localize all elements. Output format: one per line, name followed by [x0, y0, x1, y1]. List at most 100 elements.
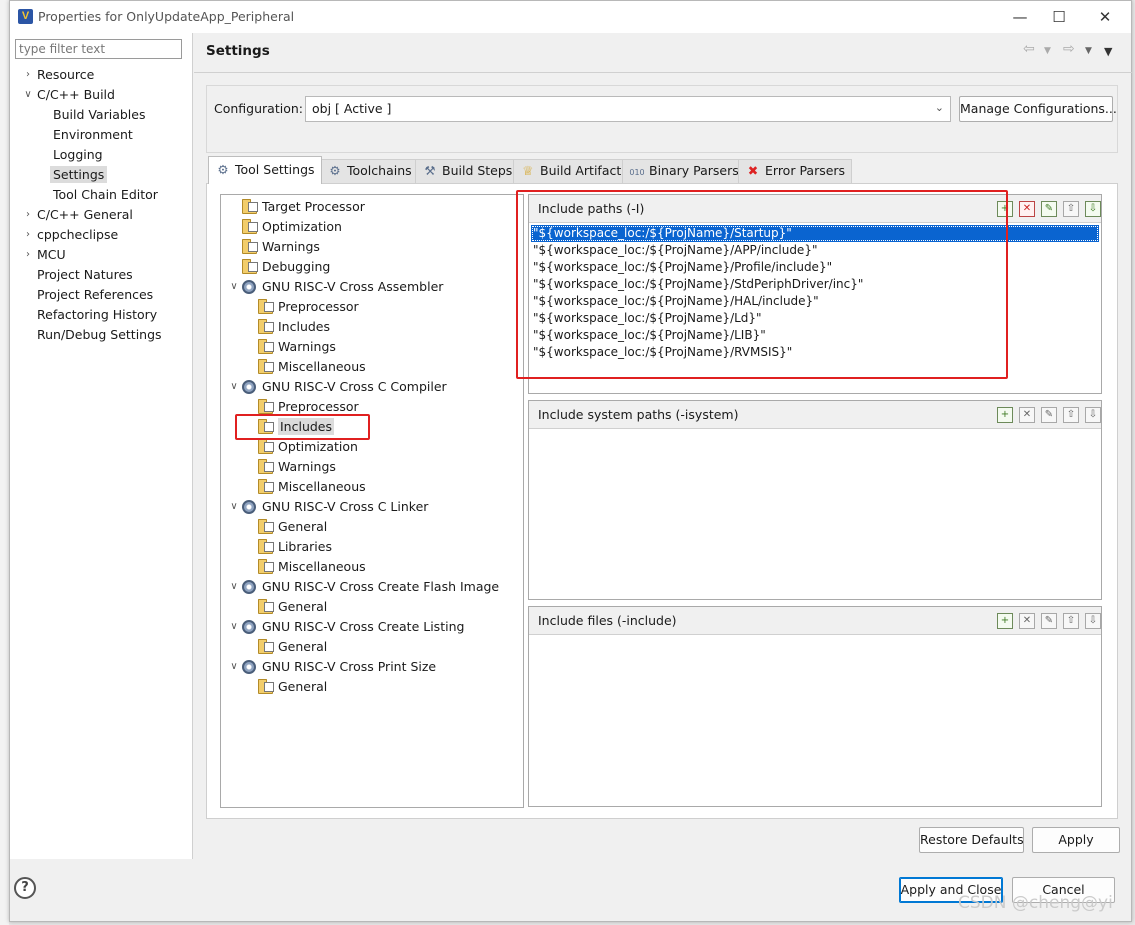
tree-item-warnings[interactable]: Warnings — [257, 457, 336, 477]
tree-item-miscellaneous[interactable]: Miscellaneous — [257, 557, 366, 577]
delete-path-icon[interactable]: ✕ — [1019, 201, 1035, 217]
nav-item-run-debug-settings[interactable]: Run/Debug Settings — [37, 325, 162, 345]
nav-item-refactoring-history[interactable]: Refactoring History — [37, 305, 157, 325]
tree-item-preprocessor[interactable]: Preprocessor — [257, 297, 359, 317]
tab-binary-parsers[interactable]: 010 Binary Parsers — [622, 159, 746, 183]
chevron-down-icon[interactable]: ∨ — [229, 377, 239, 397]
delete-file-icon[interactable]: ✕ — [1019, 613, 1035, 629]
chevron-down-icon[interactable]: ∨ — [229, 657, 239, 677]
tree-item-gnu-risc-v-cross-create-flash-image[interactable]: ∨ GNU RISC-V Cross Create Flash Image — [230, 577, 499, 597]
nav-item-build-variables[interactable]: Build Variables — [53, 105, 145, 125]
chevron-right-icon[interactable]: › — [23, 205, 33, 225]
edit-path-icon[interactable]: ✎ — [1041, 201, 1057, 217]
delete-system-path-icon[interactable]: ✕ — [1019, 407, 1035, 423]
maximize-icon[interactable]: ☐ — [1044, 5, 1074, 29]
tab-build-artifact[interactable]: ♕ Build Artifact — [513, 159, 629, 183]
tree-item-general[interactable]: General — [257, 637, 327, 657]
move-up-system-icon[interactable]: ⇧ — [1063, 407, 1079, 423]
chevron-down-icon[interactable]: ∨ — [229, 497, 239, 517]
tree-item-libraries[interactable]: Libraries — [257, 537, 332, 557]
help-icon[interactable]: ? — [14, 877, 36, 899]
tree-item-label: GNU RISC-V Cross Create Listing — [262, 619, 465, 634]
apply-button[interactable]: Apply — [1032, 827, 1120, 853]
nav-item-project-references[interactable]: Project References — [37, 285, 153, 305]
tree-item-optimization[interactable]: Optimization — [241, 217, 342, 237]
tab-toolchains[interactable]: ⚙ Toolchains — [320, 159, 419, 183]
close-icon[interactable]: ✕ — [1090, 5, 1120, 29]
tree-item-general[interactable]: General — [257, 517, 327, 537]
forward-dropdown-icon[interactable]: ▼ — [1085, 46, 1092, 56]
restore-defaults-button[interactable]: Restore Defaults — [919, 827, 1024, 853]
move-up-icon[interactable]: ⇧ — [1063, 201, 1079, 217]
move-up-file-icon[interactable]: ⇧ — [1063, 613, 1079, 629]
edit-system-path-icon[interactable]: ✎ — [1041, 407, 1057, 423]
include-path-row[interactable]: "${workspace_loc:/${ProjName}/LIB}" — [531, 327, 1099, 344]
chevron-down-icon[interactable]: ∨ — [229, 617, 239, 637]
option-folder-icon — [258, 519, 274, 534]
tab-tool-settings[interactable]: ⚙ Tool Settings — [208, 156, 322, 184]
tree-item-target-processor[interactable]: Target Processor — [241, 197, 365, 217]
tree-item-general[interactable]: General — [257, 677, 327, 697]
tree-item-preprocessor[interactable]: Preprocessor — [257, 397, 359, 417]
tree-item-includes[interactable]: Includes — [257, 417, 335, 437]
tree-item-gnu-risc-v-cross-c-linker[interactable]: ∨ GNU RISC-V Cross C Linker — [230, 497, 428, 517]
include-path-row[interactable]: "${workspace_loc:/${ProjName}/Profile/in… — [531, 259, 1099, 276]
move-down-file-icon[interactable]: ⇩ — [1085, 613, 1101, 629]
nav-item-resource[interactable]: › Resource — [26, 65, 94, 85]
nav-item-tool-chain-editor[interactable]: Tool Chain Editor — [53, 185, 158, 205]
tree-item-gnu-risc-v-cross-create-listing[interactable]: ∨ GNU RISC-V Cross Create Listing — [230, 617, 465, 637]
tab-error-parsers[interactable]: ✖ Error Parsers — [738, 159, 853, 183]
tree-item-optimization[interactable]: Optimization — [257, 437, 358, 457]
include-path-row[interactable]: "${workspace_loc:/${ProjName}/Ld}" — [531, 310, 1099, 327]
include-path-row[interactable]: "${workspace_loc:/${ProjName}/RVMSIS}" — [531, 344, 1099, 361]
tree-item-miscellaneous[interactable]: Miscellaneous — [257, 357, 366, 377]
chevron-right-icon[interactable]: › — [23, 225, 33, 245]
chevron-right-icon[interactable]: › — [23, 65, 33, 85]
include-path-row[interactable]: "${workspace_loc:/${ProjName}/HAL/includ… — [531, 293, 1099, 310]
add-file-icon[interactable]: + — [997, 613, 1013, 629]
tree-item-general[interactable]: General — [257, 597, 327, 617]
add-path-icon[interactable]: + — [997, 201, 1013, 217]
configuration-select[interactable]: obj [ Active ] ⌄ — [305, 96, 951, 122]
tree-item-gnu-risc-v-cross-c-compiler[interactable]: ∨ GNU RISC-V Cross C Compiler — [230, 377, 447, 397]
include-files-list[interactable] — [529, 636, 1101, 806]
view-menu-icon[interactable]: ▼ — [1104, 45, 1112, 58]
include-path-row[interactable]: "${workspace_loc:/${ProjName}/APP/includ… — [531, 242, 1099, 259]
minimize-icon[interactable]: — — [1005, 5, 1035, 29]
nav-item-c-c-general[interactable]: › C/C++ General — [26, 205, 133, 225]
chevron-down-icon[interactable]: ∨ — [229, 577, 239, 597]
nav-item-c-c-build[interactable]: ∨ C/C++ Build — [24, 85, 115, 105]
move-down-system-icon[interactable]: ⇩ — [1085, 407, 1101, 423]
forward-arrow-icon[interactable]: ⇨ — [1063, 41, 1075, 57]
chevron-down-icon[interactable]: ∨ — [229, 277, 239, 297]
tab-build-steps[interactable]: ⚒ Build Steps — [415, 159, 520, 183]
back-arrow-icon[interactable]: ⇦ — [1023, 41, 1035, 57]
include-system-paths-title: Include system paths (-isystem) — [538, 407, 739, 422]
nav-item-environment[interactable]: Environment — [53, 125, 133, 145]
include-system-paths-list[interactable] — [529, 430, 1101, 599]
tree-item-miscellaneous[interactable]: Miscellaneous — [257, 477, 366, 497]
tree-item-warnings[interactable]: Warnings — [241, 237, 320, 257]
nav-item-logging[interactable]: Logging — [53, 145, 103, 165]
move-down-icon[interactable]: ⇩ — [1085, 201, 1101, 217]
tree-item-gnu-risc-v-cross-assembler[interactable]: ∨ GNU RISC-V Cross Assembler — [230, 277, 443, 297]
tree-item-label: General — [278, 599, 328, 614]
edit-file-icon[interactable]: ✎ — [1041, 613, 1057, 629]
tree-item-warnings[interactable]: Warnings — [257, 337, 336, 357]
back-dropdown-icon[interactable]: ▼ — [1044, 46, 1051, 56]
include-path-row[interactable]: "${workspace_loc:/${ProjName}/Startup}" — [531, 225, 1099, 242]
tree-item-includes[interactable]: Includes — [257, 317, 330, 337]
nav-item-cppcheclipse[interactable]: › cppcheclipse — [26, 225, 118, 245]
nav-item-settings[interactable]: Settings — [50, 165, 108, 185]
include-paths-list[interactable]: "${workspace_loc:/${ProjName}/Startup}" "… — [529, 224, 1101, 393]
filter-input[interactable] — [15, 39, 182, 59]
add-system-path-icon[interactable]: + — [997, 407, 1013, 423]
chevron-right-icon[interactable]: › — [23, 245, 33, 265]
include-path-row[interactable]: "${workspace_loc:/${ProjName}/StdPeriphD… — [531, 276, 1099, 293]
tree-item-gnu-risc-v-cross-print-size[interactable]: ∨ GNU RISC-V Cross Print Size — [230, 657, 436, 677]
tree-item-debugging[interactable]: Debugging — [241, 257, 330, 277]
manage-configurations-button[interactable]: Manage Configurations... — [959, 96, 1117, 122]
chevron-down-icon[interactable]: ∨ — [23, 85, 33, 105]
nav-item-project-natures[interactable]: Project Natures — [37, 265, 133, 285]
nav-item-mcu[interactable]: › MCU — [26, 245, 66, 265]
